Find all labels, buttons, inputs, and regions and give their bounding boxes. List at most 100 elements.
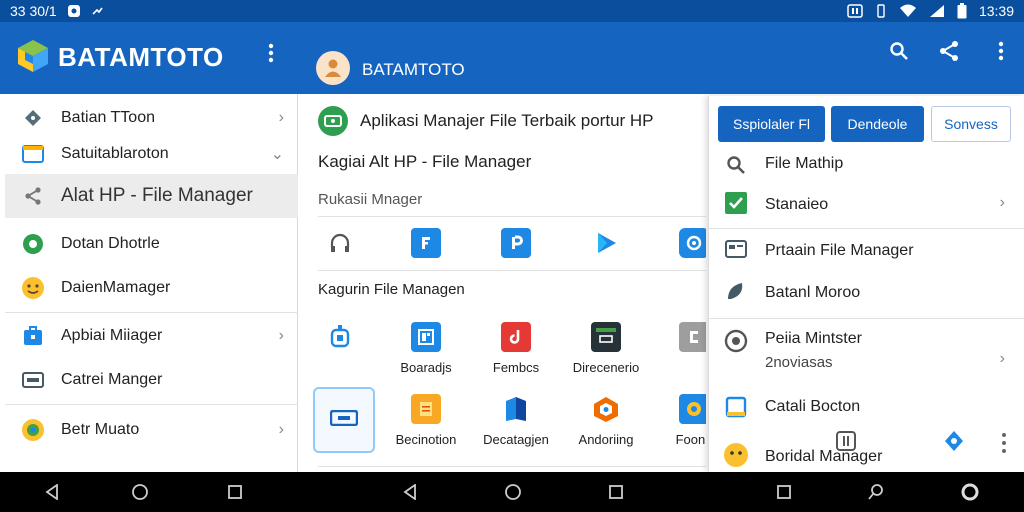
- frame-icon: [723, 394, 749, 420]
- wifi-icon: [899, 4, 917, 18]
- primary-action-button[interactable]: Sspiolaler Fl: [718, 106, 825, 142]
- drawer-item-label: Batian TToon: [61, 109, 155, 126]
- panel-item-label: Boridal Manager: [765, 448, 883, 465]
- app-tile-label: Foonu: [675, 432, 706, 447]
- drawer-item-label: Catrei Manger: [61, 371, 163, 388]
- notification-icon: [67, 4, 81, 18]
- panel-item-peiia-mintster[interactable]: Peiia Mintster 2noviasas ›: [709, 328, 1024, 384]
- panel-item-batanl-moroo[interactable]: Batanl Moroo: [709, 278, 1024, 318]
- recents-icon[interactable]: [774, 482, 794, 502]
- drawer-item-batian-ttoon[interactable]: Batian TToon ›: [5, 100, 298, 136]
- app-tile-play[interactable]: [566, 228, 646, 258]
- panel-item-label: Peiia Mintster: [765, 330, 862, 347]
- divider: [318, 216, 706, 217]
- home-icon[interactable]: [960, 482, 980, 502]
- app-tile-circle[interactable]: [654, 228, 706, 258]
- panel-item-label: Catali Bocton: [765, 398, 861, 415]
- e-app-icon: [679, 322, 706, 352]
- green-circle-icon: [21, 232, 45, 256]
- home-icon[interactable]: [503, 482, 523, 502]
- board-app-icon: [411, 322, 441, 352]
- fembcs-app-icon: [501, 322, 531, 352]
- drawer-item-label: Alat HP - File Manager: [61, 185, 253, 206]
- app-tile-becinotion[interactable]: Becinotion: [386, 394, 466, 447]
- recents-icon[interactable]: [606, 482, 626, 502]
- divider: [318, 270, 706, 271]
- briefcase-icon: [21, 324, 45, 348]
- gauge-icon[interactable]: [835, 430, 857, 457]
- panel-item-file-mathip[interactable]: File Mathip: [709, 152, 1024, 188]
- panel-item-prtaain-file-manager[interactable]: Prtaain File Manager: [709, 236, 1024, 276]
- diamond-tag-icon: [21, 106, 45, 130]
- pin-app-icon[interactable]: [943, 430, 965, 457]
- app-tile-direcenerio[interactable]: Direcenerio: [566, 322, 646, 375]
- panel-item-catali-bocton[interactable]: Catali Bocton: [709, 394, 1024, 434]
- app-tile-headphones[interactable]: [302, 228, 380, 258]
- search-icon[interactable]: [886, 38, 912, 64]
- cube-app-icon: [591, 394, 621, 424]
- app-tile-fembcs[interactable]: Fembcs: [476, 322, 556, 375]
- app-tile-e[interactable]: [654, 322, 706, 352]
- app-tile-robot[interactable]: [302, 322, 380, 352]
- drawer-item-apbiai-miiager[interactable]: Apbiai Miiager ›: [5, 316, 298, 356]
- drawer-item-alat-hp-file-manager[interactable]: Alat HP - File Manager: [5, 174, 298, 218]
- content-heading: Aplikasi Manajer File Terbaik portur HP: [318, 106, 654, 136]
- settings-app-icon: [679, 228, 706, 258]
- drawer-item-label: Satuitablaroton: [61, 145, 169, 162]
- leaf-icon: [723, 278, 749, 304]
- recents-icon[interactable]: [225, 482, 245, 502]
- chevron-right-icon: ›: [999, 350, 1005, 367]
- share-icon[interactable]: [936, 38, 962, 64]
- drawer-item-label: Dotan Dhotrle: [61, 235, 160, 252]
- more-vert-icon[interactable]: [1001, 432, 1007, 459]
- app-tile-foonu[interactable]: Foonu: [654, 394, 706, 447]
- avatar[interactable]: [316, 51, 350, 85]
- drawer-item-dotan-dhotrle[interactable]: Dotan Dhotrle: [5, 224, 298, 264]
- signal-icon: [929, 4, 945, 18]
- app-tile-decatagjen[interactable]: Decatagjen: [476, 394, 556, 447]
- selected-app-tile[interactable]: [313, 387, 375, 453]
- home-icon[interactable]: [130, 482, 150, 502]
- app-tile-andoriing[interactable]: Andoriing: [566, 394, 646, 447]
- system-nav-bar: [0, 472, 1024, 512]
- drawer-item-daienmamager[interactable]: DaienMamager: [5, 268, 298, 308]
- back-icon[interactable]: [400, 482, 420, 502]
- search-icon: [723, 152, 749, 178]
- app-tile-label: Andoriing: [578, 432, 634, 447]
- panel-item-stanaieo[interactable]: Stanaieo ›: [709, 190, 1024, 230]
- batamtoto-logo: [16, 38, 50, 79]
- panel-divider: [709, 228, 1024, 229]
- assistant-icon[interactable]: [866, 482, 886, 502]
- main-content: Aplikasi Manajer File Terbaik portur HP …: [302, 94, 706, 472]
- globe-app-icon: [679, 394, 706, 424]
- secondary-action-button[interactable]: Dendeole: [831, 106, 924, 142]
- overflow-menu-icon[interactable]: [988, 38, 1014, 64]
- share-icon: [21, 184, 45, 208]
- services-button[interactable]: Sonvess: [931, 106, 1011, 142]
- card-icon: [723, 236, 749, 262]
- panel-item-label: File Mathip: [765, 155, 844, 172]
- drawer-item-catrei-manger[interactable]: Catrei Manger: [5, 360, 298, 400]
- more-vert-icon[interactable]: [268, 42, 274, 69]
- app-tile-f[interactable]: [386, 228, 466, 258]
- toolbar-title: BATAMTOTO: [362, 60, 465, 79]
- options-panel: Sspiolaler Fl Dendeole Sonvess File Math…: [708, 96, 1024, 472]
- battery-icon: [957, 3, 967, 19]
- chevron-down-icon: ⌄: [270, 146, 284, 163]
- panel-item-label: Prtaain File Manager: [765, 242, 914, 259]
- app-tile-boaradjs[interactable]: Boaradjs: [386, 322, 466, 375]
- drawer-item-satuitablaroton[interactable]: Satuitablaroton ⌄: [5, 136, 298, 172]
- drawer-divider: [5, 404, 298, 405]
- keyboard-icon: [329, 409, 359, 431]
- checkbox-checked-icon[interactable]: [723, 190, 749, 216]
- status-clock: 13:39: [978, 3, 1014, 19]
- drawer-item-betr-muato[interactable]: Betr Muato ›: [5, 410, 298, 450]
- headphones-icon: [325, 228, 355, 258]
- panel-item-boridal-manager[interactable]: Boridal Manager: [709, 431, 1024, 472]
- app-tile-p[interactable]: [476, 228, 556, 258]
- app-title: BATAMTOTO: [58, 42, 224, 72]
- smiley-icon: [21, 276, 45, 300]
- back-icon[interactable]: [42, 482, 62, 502]
- f-app-icon: [411, 228, 441, 258]
- app-tile-label: Direcenerio: [572, 360, 640, 375]
